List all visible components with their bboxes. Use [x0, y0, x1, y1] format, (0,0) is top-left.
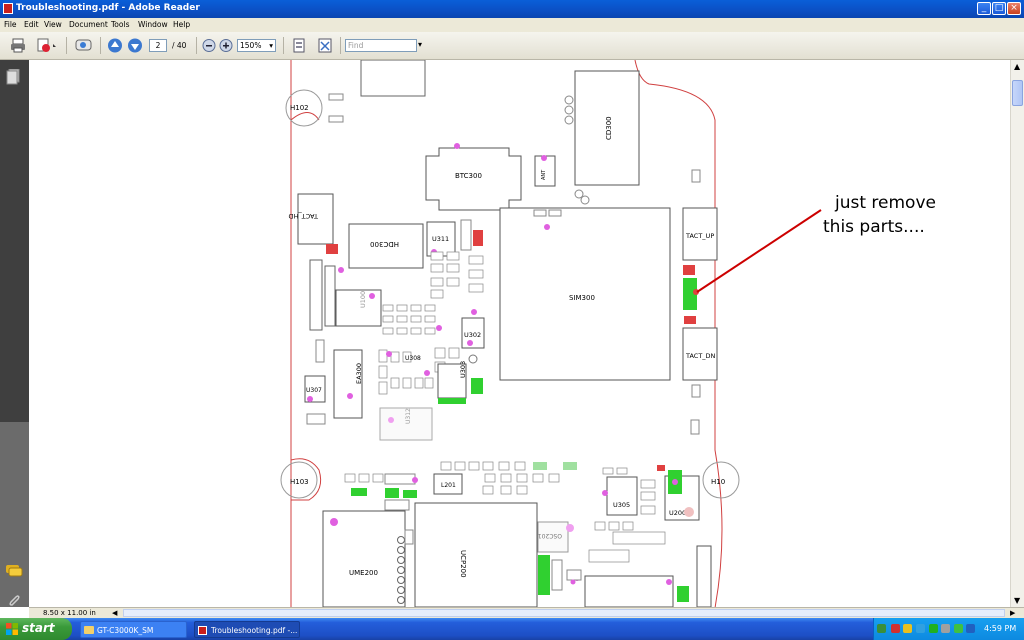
- menu-window[interactable]: Window: [138, 20, 168, 29]
- zoom-select[interactable]: 150% ▾: [237, 39, 276, 52]
- cd300-label: CD300: [605, 116, 613, 140]
- start-button[interactable]: start: [0, 618, 72, 640]
- annotation-text-1: just remove: [834, 193, 936, 213]
- menu-view[interactable]: View: [44, 20, 62, 29]
- menu-document[interactable]: Document: [69, 20, 108, 29]
- h103-label: H103: [290, 478, 309, 486]
- windows-logo-icon: [6, 623, 18, 635]
- find-input[interactable]: Find: [345, 39, 417, 52]
- title-bar: Troubleshooting.pdf - Adobe Reader _ □ ×: [0, 0, 1024, 18]
- window-title: Troubleshooting.pdf - Adobe Reader: [16, 3, 200, 13]
- document-view[interactable]: H102 BTC300 CD300 ANT TACT_HD HDC300 U31…: [29, 59, 1010, 609]
- tray-security-icon[interactable]: [891, 624, 900, 633]
- u303-label: U303: [459, 361, 467, 378]
- l201-label: L201: [441, 482, 456, 489]
- navigation-panel: [0, 60, 29, 607]
- tray-shield-icon[interactable]: [903, 624, 912, 633]
- u308-label: U308: [405, 355, 421, 362]
- find-options-chevron-icon[interactable]: ▾: [418, 40, 422, 49]
- ume200-label: UME200: [349, 569, 378, 577]
- scroll-left-icon[interactable]: ◀: [112, 609, 117, 617]
- sim300-label: SIM300: [569, 294, 595, 302]
- horizontal-scrollbar[interactable]: [123, 609, 1005, 617]
- tray-status-icon[interactable]: [929, 624, 938, 633]
- pages-icon[interactable]: [6, 68, 20, 85]
- taskbar-item-adobe[interactable]: Troubleshooting.pdf -...: [194, 621, 300, 638]
- chevron-down-icon: ▾: [269, 41, 273, 50]
- menu-edit[interactable]: Edit: [24, 20, 39, 29]
- toolbar: 2 / 40 150% ▾ Find ▾: [0, 32, 1024, 60]
- scroll-right-icon[interactable]: ▶: [1010, 609, 1015, 617]
- tray-network-icon[interactable]: [877, 624, 886, 633]
- u200-label: U200: [669, 509, 686, 517]
- u302-label: U302: [464, 331, 481, 339]
- u305-label: U305: [613, 501, 630, 509]
- previous-page-icon[interactable]: [107, 38, 123, 53]
- next-page-icon[interactable]: [127, 38, 143, 53]
- zoom-out-icon[interactable]: [202, 38, 218, 53]
- page-number-input[interactable]: 2: [149, 39, 167, 52]
- taskbar-item-label: GT-C3000K_SM: [97, 626, 154, 635]
- tray-update-icon[interactable]: [954, 624, 963, 633]
- toolbar-separator: [196, 37, 197, 54]
- tray-app-icon[interactable]: [916, 624, 925, 633]
- tact-dn-label: TACT_DN: [685, 352, 716, 360]
- scrollbar-thumb[interactable]: [1012, 80, 1023, 106]
- toolbar-separator: [283, 37, 284, 54]
- h102-label: H102: [290, 104, 309, 112]
- menu-file[interactable]: File: [4, 20, 17, 29]
- scroll-down-icon[interactable]: ▼: [1014, 596, 1020, 605]
- attachment-icon[interactable]: [6, 593, 22, 609]
- ant-label: ANT: [541, 169, 547, 180]
- menu-bar: File Edit View Document Tools Window Hel…: [0, 18, 1024, 32]
- folder-icon: [84, 626, 94, 634]
- btc300-label: BTC300: [455, 172, 482, 180]
- scroll-up-icon[interactable]: ▲: [1014, 62, 1020, 71]
- h104-label: H10: [711, 478, 725, 486]
- u311-label: U311: [432, 235, 449, 243]
- pcb-schematic: H102 BTC300 CD300 ANT TACT_HD HDC300 U31…: [280, 59, 936, 609]
- start-label: start: [22, 621, 55, 635]
- taskbar-item-folder[interactable]: GT-C3000K_SM: [80, 621, 187, 638]
- tact-up-label: TACT_UP: [685, 232, 714, 240]
- page-size-label: 8.50 x 11.00 in: [43, 609, 96, 617]
- clock: 4:59 PM: [984, 624, 1017, 633]
- navigation-panel-lower: [0, 422, 29, 607]
- tact-hd-label: TACT_HD: [289, 212, 319, 220]
- osc201-label: OSC201: [538, 532, 562, 539]
- ea300-label: EA300: [355, 363, 363, 384]
- u307-label: U307: [306, 387, 322, 394]
- pdf-icon: [198, 626, 207, 635]
- zoom-in-icon[interactable]: [219, 38, 235, 53]
- comments-icon[interactable]: [5, 564, 23, 578]
- annotation-text-2: this parts....: [823, 217, 925, 237]
- print-icon[interactable]: [10, 38, 26, 53]
- export-icon[interactable]: [36, 38, 56, 53]
- taskbar-item-label: Troubleshooting.pdf -...: [211, 626, 298, 635]
- menu-help[interactable]: Help: [173, 20, 190, 29]
- maximize-button[interactable]: □: [992, 2, 1006, 15]
- u312-label: U312: [405, 408, 412, 424]
- comment-icon[interactable]: [74, 38, 92, 53]
- vertical-scrollbar[interactable]: ▲ ▼: [1010, 60, 1024, 607]
- close-button[interactable]: ×: [1007, 2, 1021, 15]
- adobe-reader-icon: [3, 3, 13, 14]
- minimize-button[interactable]: _: [977, 2, 991, 15]
- ucp200-label: UCP200: [459, 550, 467, 578]
- zoom-value: 150%: [240, 41, 262, 50]
- full-screen-icon[interactable]: [317, 38, 333, 53]
- menu-tools[interactable]: Tools: [111, 20, 129, 29]
- tray-bluetooth-icon[interactable]: [966, 624, 975, 633]
- toolbar-separator: [340, 37, 341, 54]
- page-total: / 40: [172, 41, 187, 50]
- hdc300-label: HDC300: [370, 240, 399, 248]
- fit-page-icon[interactable]: [291, 38, 307, 53]
- toolbar-separator: [66, 37, 67, 54]
- tray-volume-icon[interactable]: [941, 624, 950, 633]
- toolbar-separator: [100, 37, 101, 54]
- u100-label: U100: [359, 291, 367, 308]
